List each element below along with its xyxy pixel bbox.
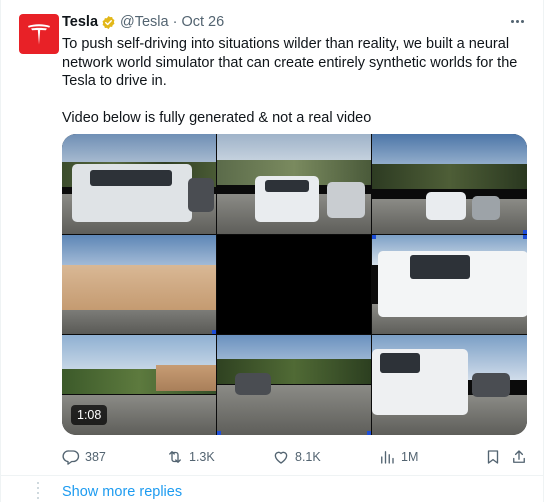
reply-button[interactable]: 387: [62, 446, 106, 468]
separator-dot: ·: [172, 14, 178, 30]
video-frame-tile: [217, 235, 371, 334]
repost-button[interactable]: 1.3K: [166, 446, 215, 468]
views-count: 1M: [401, 450, 419, 464]
bookmark-button[interactable]: [484, 446, 502, 468]
video-frame-tile: [372, 134, 527, 234]
video-frame-tile: [62, 235, 216, 334]
left-border: [0, 0, 1, 502]
video-frame-tile: [372, 235, 527, 334]
author-name[interactable]: Tesla: [62, 14, 98, 30]
video-duration-badge: 1:08: [71, 405, 108, 425]
tweet-actions: 387 1.3K 8.1K 1M: [62, 446, 530, 468]
video-frame-tile: [217, 335, 371, 435]
reply-icon: [62, 450, 80, 465]
tweet-header: Tesla @Tesla · Oct 26: [62, 14, 224, 30]
video-player[interactable]: [62, 134, 527, 435]
thread-connector: [37, 482, 39, 502]
video-frame-tile: [372, 335, 527, 435]
tweet-text: To push self-driving into situations wil…: [62, 35, 532, 128]
video-frame-tile: [217, 134, 371, 234]
tweet-text-paragraph: Video below is fully generated & not a r…: [62, 110, 372, 126]
video-frame-tile: [62, 134, 216, 234]
tweet-date[interactable]: Oct 26: [181, 14, 224, 30]
author-handle[interactable]: @Tesla: [120, 14, 169, 30]
views-chart-icon: [381, 451, 394, 464]
show-more-replies-link[interactable]: Show more replies: [62, 484, 182, 500]
like-button[interactable]: 8.1K: [272, 446, 321, 468]
repost-count: 1.3K: [189, 450, 215, 464]
reply-count: 387: [85, 450, 106, 464]
tweet-text-paragraph: To push self-driving into situations wil…: [62, 36, 518, 89]
right-border: [543, 0, 544, 502]
views-button[interactable]: 1M: [378, 446, 418, 468]
divider: [0, 475, 544, 476]
more-dots-icon[interactable]: [506, 12, 528, 30]
share-icon: [513, 450, 525, 463]
heart-icon: [274, 451, 288, 464]
repost-icon: [169, 451, 181, 463]
share-button[interactable]: [510, 446, 528, 468]
tesla-logo-icon: [28, 24, 50, 45]
like-count: 8.1K: [295, 450, 321, 464]
bookmark-icon: [487, 450, 499, 464]
avatar[interactable]: [19, 14, 59, 54]
verified-badge-icon[interactable]: [101, 15, 116, 30]
